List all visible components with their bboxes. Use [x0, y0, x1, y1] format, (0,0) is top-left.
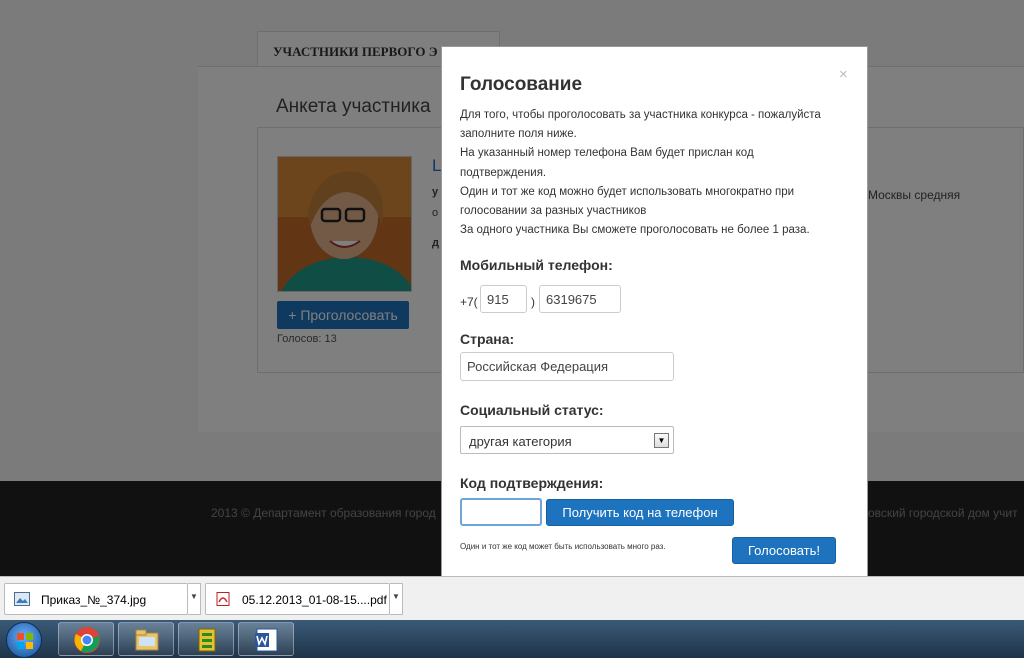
download-filename: Приказ_№_374.jpg [41, 593, 147, 607]
app-icon [198, 628, 216, 652]
start-button[interactable] [6, 622, 42, 658]
social-status-select[interactable]: другая категория ▼ [460, 426, 674, 454]
instruction-line: На указанный номер телефона Вам будет пр… [460, 147, 754, 160]
phone-close-paren: ) [531, 295, 535, 309]
chevron-down-icon[interactable]: ▼ [390, 583, 403, 615]
instruction-line: заполните поля ниже. [460, 128, 577, 141]
voting-modal: × Голосование Для того, чтобы проголосов… [441, 46, 868, 576]
downloads-bar: Приказ_№_374.jpg ▼ 05.12.2013_01-08-15..… [0, 576, 1024, 620]
country-label: Страна: [460, 331, 515, 347]
instruction-line: За одного участника Вы сможете проголосо… [460, 224, 810, 237]
instruction-line: Один и тот же код можно будет использова… [460, 185, 795, 198]
chrome-icon [74, 627, 100, 653]
phone-number-input[interactable] [539, 285, 621, 313]
instruction-line: голосовании за разных участников [460, 205, 647, 218]
phone-prefix: +7( [460, 295, 478, 309]
taskbar-chrome[interactable] [58, 622, 114, 656]
download-item[interactable]: 05.12.2013_01-08-15....pdf [205, 583, 390, 615]
instruction-line: подтверждения. [460, 166, 547, 179]
get-code-button[interactable]: Получить код на телефон [546, 499, 734, 526]
download-filename: 05.12.2013_01-08-15....pdf [242, 593, 387, 607]
country-input[interactable] [460, 352, 674, 381]
taskbar-app[interactable] [178, 622, 234, 656]
confirmation-code-label: Код подтверждения: [460, 475, 604, 491]
code-note: Один и тот же код может быть использоват… [460, 542, 666, 551]
phone-area-code-input[interactable] [480, 285, 527, 313]
social-status-label: Социальный статус: [460, 402, 604, 418]
phone-label: Мобильный телефон: [460, 257, 613, 273]
download-item[interactable]: Приказ_№_374.jpg [4, 583, 188, 615]
taskbar-explorer[interactable] [118, 622, 174, 656]
submit-vote-button[interactable]: Голосовать! [732, 537, 836, 564]
social-status-selected: другая категория [469, 434, 572, 449]
taskbar [0, 620, 1024, 658]
modal-title: Голосование [460, 74, 583, 95]
taskbar-word[interactable] [238, 622, 294, 656]
close-icon[interactable]: × [839, 66, 848, 83]
word-icon [255, 628, 278, 652]
pdf-file-icon [216, 592, 230, 606]
modal-instructions: Для того, чтобы проголосовать за участни… [460, 106, 852, 240]
confirmation-code-input[interactable] [460, 498, 542, 526]
image-file-icon [14, 592, 30, 606]
file-explorer-icon [135, 629, 159, 651]
chevron-down-icon[interactable]: ▼ [654, 433, 669, 448]
chevron-down-icon[interactable]: ▼ [188, 583, 201, 615]
instruction-line: Для того, чтобы проголосовать за участни… [460, 109, 821, 121]
windows-logo-icon [17, 633, 33, 649]
